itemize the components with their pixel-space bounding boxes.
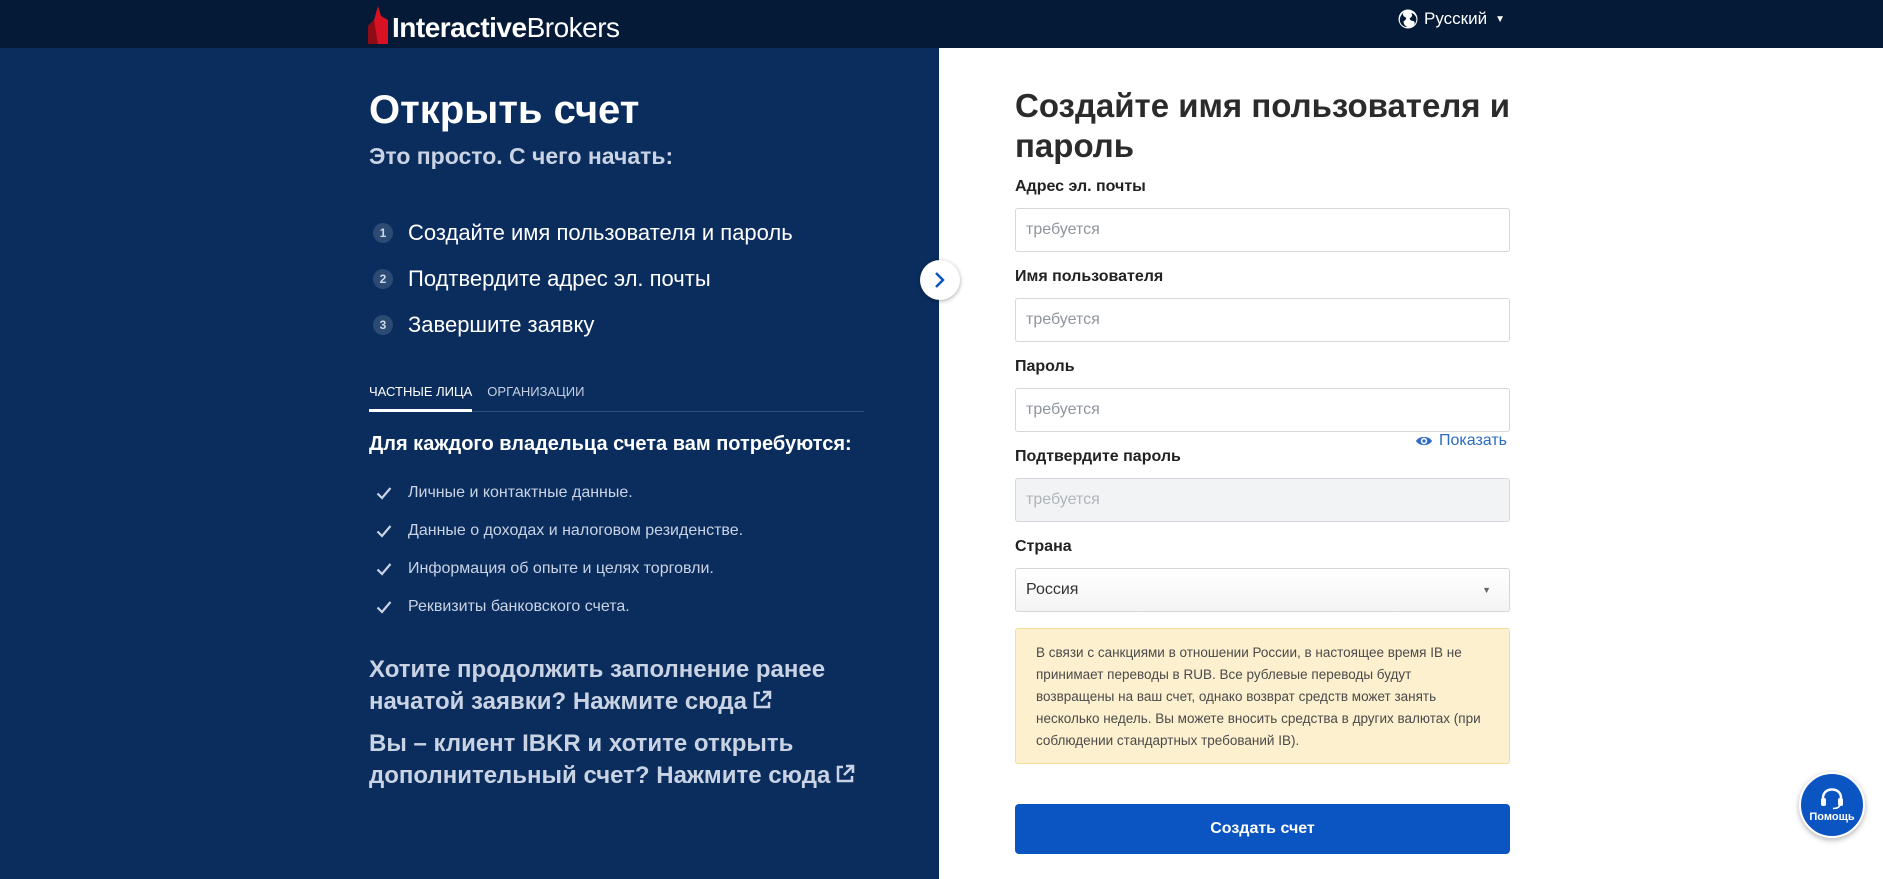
- country-select[interactable]: Россия ▼: [1015, 568, 1510, 612]
- page-subtitle: Это просто. С чего начать:: [369, 143, 674, 169]
- sanctions-notice: В связи с санкциями в отношении России, …: [1015, 628, 1510, 764]
- caret-down-icon: ▼: [1482, 585, 1491, 595]
- step-item: 3 Завершите заявку: [369, 302, 793, 348]
- globe-icon: [1398, 9, 1418, 29]
- check-icon: [376, 525, 392, 538]
- steps-list: 1 Создайте имя пользователя и пароль 2 П…: [369, 210, 793, 348]
- email-field[interactable]: [1015, 208, 1510, 252]
- requirements-list: Личные и контактные данные. Данные о дох…: [369, 474, 743, 626]
- check-icon: [376, 563, 392, 576]
- country-label: Страна: [1015, 538, 1072, 555]
- headset-icon: [1821, 787, 1843, 809]
- external-link-icon: [753, 690, 772, 709]
- step-item: 1 Создайте имя пользователя и пароль: [369, 210, 793, 256]
- requirement-item: Данные о доходах и налоговом резиденстве…: [369, 512, 743, 550]
- password-label: Пароль: [1015, 358, 1075, 375]
- create-account-button[interactable]: Создать счет: [1015, 804, 1510, 854]
- step-number: 3: [373, 315, 393, 335]
- tab-individuals[interactable]: ЧАСТНЫЕ ЛИЦА: [369, 382, 473, 412]
- password-field[interactable]: [1015, 388, 1510, 432]
- step-number: 2: [373, 269, 393, 289]
- username-label: Имя пользователя: [1015, 268, 1164, 285]
- language-label: Русский: [1424, 9, 1488, 28]
- language-selector[interactable]: Русский ▼: [1398, 9, 1505, 29]
- info-panel: Открыть счет Это просто. С чего начать: …: [0, 48, 939, 879]
- requirement-label: Реквизиты банковского счета.: [408, 598, 630, 615]
- check-icon: [376, 601, 392, 614]
- account-type-tabs: ЧАСТНЫЕ ЛИЦА ОРГАНИЗАЦИИ: [369, 382, 864, 412]
- requirement-label: Информация об опыте и целях торговли.: [408, 560, 714, 577]
- logo-flame-icon: [368, 6, 388, 44]
- panel-toggle-button[interactable]: [920, 260, 960, 300]
- confirm-password-label: Подтвердите пароль: [1015, 448, 1181, 465]
- logo[interactable]: InteractiveBrokers: [368, 2, 620, 44]
- requirement-item: Информация об опыте и целях торговли.: [369, 550, 743, 588]
- show-password-label: Показать: [1439, 432, 1508, 449]
- help-label: Помощь: [1809, 810, 1855, 823]
- show-password-toggle[interactable]: Показать: [1415, 432, 1507, 450]
- step-number: 1: [373, 223, 393, 243]
- step-label: Подтвердите адрес эл. почты: [408, 266, 711, 291]
- requirements-title: Для каждого владельца счета вам потребую…: [369, 433, 852, 455]
- country-value: Россия: [1026, 581, 1079, 598]
- requirement-label: Личные и контактные данные.: [408, 484, 633, 501]
- tab-organizations[interactable]: ОРГАНИЗАЦИИ: [487, 382, 584, 412]
- continue-application-link[interactable]: Хотите продолжить заполнение ранее начат…: [369, 654, 869, 718]
- top-bar: InteractiveBrokers Русский ▼: [0, 0, 1883, 48]
- step-label: Создайте имя пользователя и пароль: [408, 220, 793, 245]
- requirement-label: Данные о доходах и налоговом резиденстве…: [408, 522, 744, 539]
- requirement-item: Реквизиты банковского счета.: [369, 588, 743, 626]
- external-link-icon: [837, 764, 855, 783]
- confirm-password-field[interactable]: [1015, 478, 1510, 522]
- eye-icon: [1416, 436, 1432, 446]
- email-label: Адрес эл. почты: [1015, 178, 1146, 195]
- check-icon: [376, 487, 392, 500]
- existing-client-text: Вы – клиент IBKR и хотите открыть дополн…: [369, 730, 831, 789]
- form-title: Создайте имя пользователя и пароль: [1015, 87, 1510, 164]
- form-panel: Создайте имя пользователя и пароль Адрес…: [939, 48, 1883, 879]
- help-button[interactable]: Помощь: [1799, 772, 1865, 838]
- step-label: Завершите заявку: [408, 312, 595, 337]
- step-item: 2 Подтвердите адрес эл. почты: [369, 256, 793, 302]
- username-field[interactable]: [1015, 298, 1510, 342]
- existing-client-link[interactable]: Вы – клиент IBKR и хотите открыть дополн…: [369, 728, 869, 792]
- brand-name: InteractiveBrokers: [392, 12, 620, 43]
- requirement-item: Личные и контактные данные.: [369, 474, 743, 512]
- chevron-right-icon: [935, 272, 945, 288]
- page-title: Открыть счет: [369, 88, 640, 132]
- caret-down-icon: ▼: [1495, 13, 1505, 25]
